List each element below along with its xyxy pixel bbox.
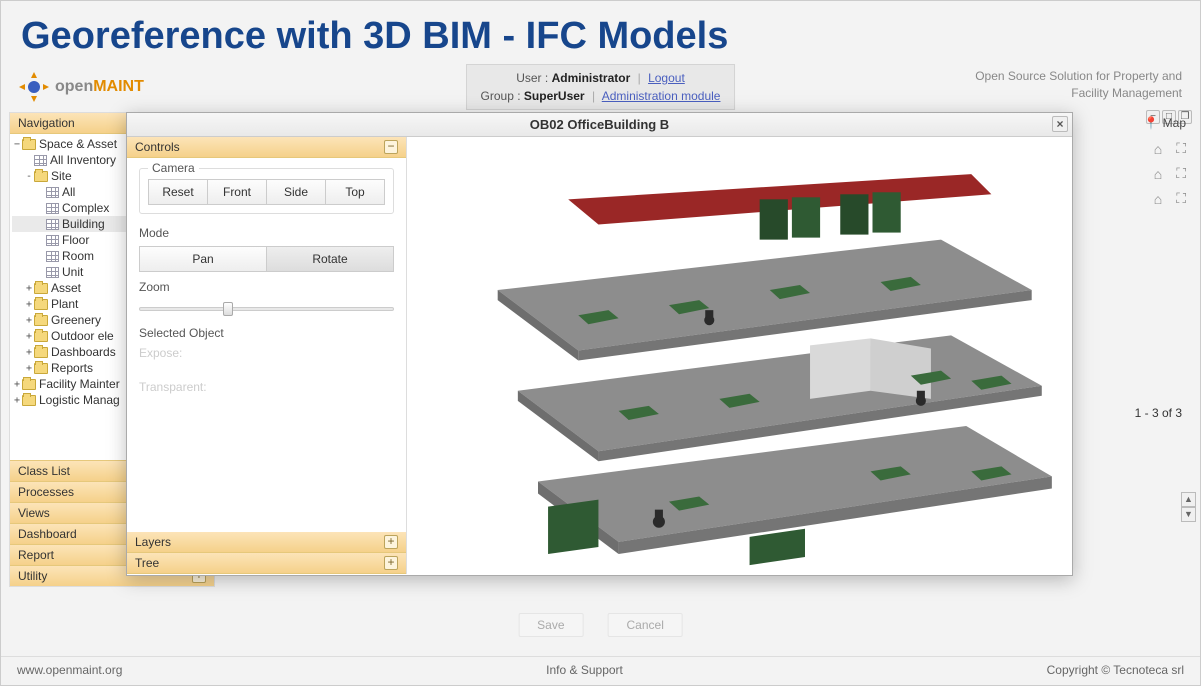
camera-front-button[interactable]: Front [208, 179, 267, 205]
expand-icon[interactable]: + [384, 535, 398, 549]
cancel-button[interactable]: Cancel [608, 613, 683, 637]
camera-side-button[interactable]: Side [267, 179, 326, 205]
brand-logo: openMAINT [19, 72, 144, 102]
modal-title: OB02 OfficeBuilding B [530, 117, 669, 132]
slider-thumb-icon[interactable] [223, 302, 233, 316]
tagline: Open Source Solution for Property and Fa… [975, 68, 1182, 102]
collapse-icon[interactable]: − [384, 140, 398, 154]
logout-link[interactable]: Logout [648, 71, 685, 85]
row-actions: ⌂ ⛶ ⌂ ⛶ ⌂ ⛶ [1154, 140, 1186, 207]
form-actions: Save Cancel [518, 613, 683, 637]
save-button[interactable]: Save [518, 613, 583, 637]
hierarchy-icon[interactable]: ⛶ [1176, 165, 1186, 182]
map-toggle[interactable]: 📍 Map [1144, 116, 1186, 130]
expand-icon[interactable]: + [384, 556, 398, 570]
mode-rotate-button[interactable]: Rotate [267, 246, 394, 272]
brand-name: openMAINT [55, 78, 144, 96]
scroll-buttons: ▲ ▼ [1181, 492, 1196, 522]
camera-top-button[interactable]: Top [326, 179, 385, 205]
home-icon[interactable]: ⌂ [1154, 141, 1162, 157]
footer-url[interactable]: www.openmaint.org [17, 663, 122, 677]
controls-header: Controls − [127, 137, 406, 158]
home-icon[interactable]: ⌂ [1154, 166, 1162, 182]
footer: www.openmaint.org Info & Support Copyrig… [1, 656, 1200, 677]
transparent-label: Transparent: [139, 380, 394, 394]
3d-viewer[interactable] [407, 137, 1072, 574]
layers-panel-header[interactable]: Layers+ [127, 532, 406, 553]
hierarchy-icon[interactable]: ⛶ [1176, 140, 1186, 157]
hierarchy-icon[interactable]: ⛶ [1176, 190, 1186, 207]
user-info: User : Administrator | Logout Group : Su… [466, 64, 736, 110]
mode-pan-button[interactable]: Pan [139, 246, 267, 272]
tree-panel-header[interactable]: Tree+ [127, 553, 406, 574]
pager-text: 1 - 3 of 3 [1135, 406, 1182, 420]
modal-title-bar: OB02 OfficeBuilding B × [127, 113, 1072, 137]
camera-fieldset: Camera Reset Front Side Top [139, 168, 394, 214]
footer-copyright: Copyright © Tecnoteca srl [1047, 663, 1184, 677]
scroll-down-icon[interactable]: ▼ [1181, 507, 1196, 522]
camera-reset-button[interactable]: Reset [148, 179, 208, 205]
logo-icon [19, 72, 49, 102]
expose-label: Expose: [139, 346, 394, 360]
map-pin-icon: 📍 [1144, 116, 1159, 130]
bim-viewer-window: OB02 OfficeBuilding B × Controls − Camer… [126, 112, 1073, 576]
page-header: Georeference with 3D BIM - IFC Models [1, 1, 1200, 68]
home-icon[interactable]: ⌂ [1154, 191, 1162, 207]
close-icon[interactable]: × [1052, 116, 1068, 132]
footer-info[interactable]: Info & Support [546, 663, 623, 677]
bim-model-icon [407, 137, 1072, 574]
admin-module-link[interactable]: Administration module [602, 89, 721, 103]
page-title: Georeference with 3D BIM - IFC Models [21, 15, 1180, 58]
controls-panel: Controls − Camera Reset Front Side Top [127, 137, 407, 574]
zoom-slider[interactable] [139, 300, 394, 318]
scroll-up-icon[interactable]: ▲ [1181, 492, 1196, 507]
